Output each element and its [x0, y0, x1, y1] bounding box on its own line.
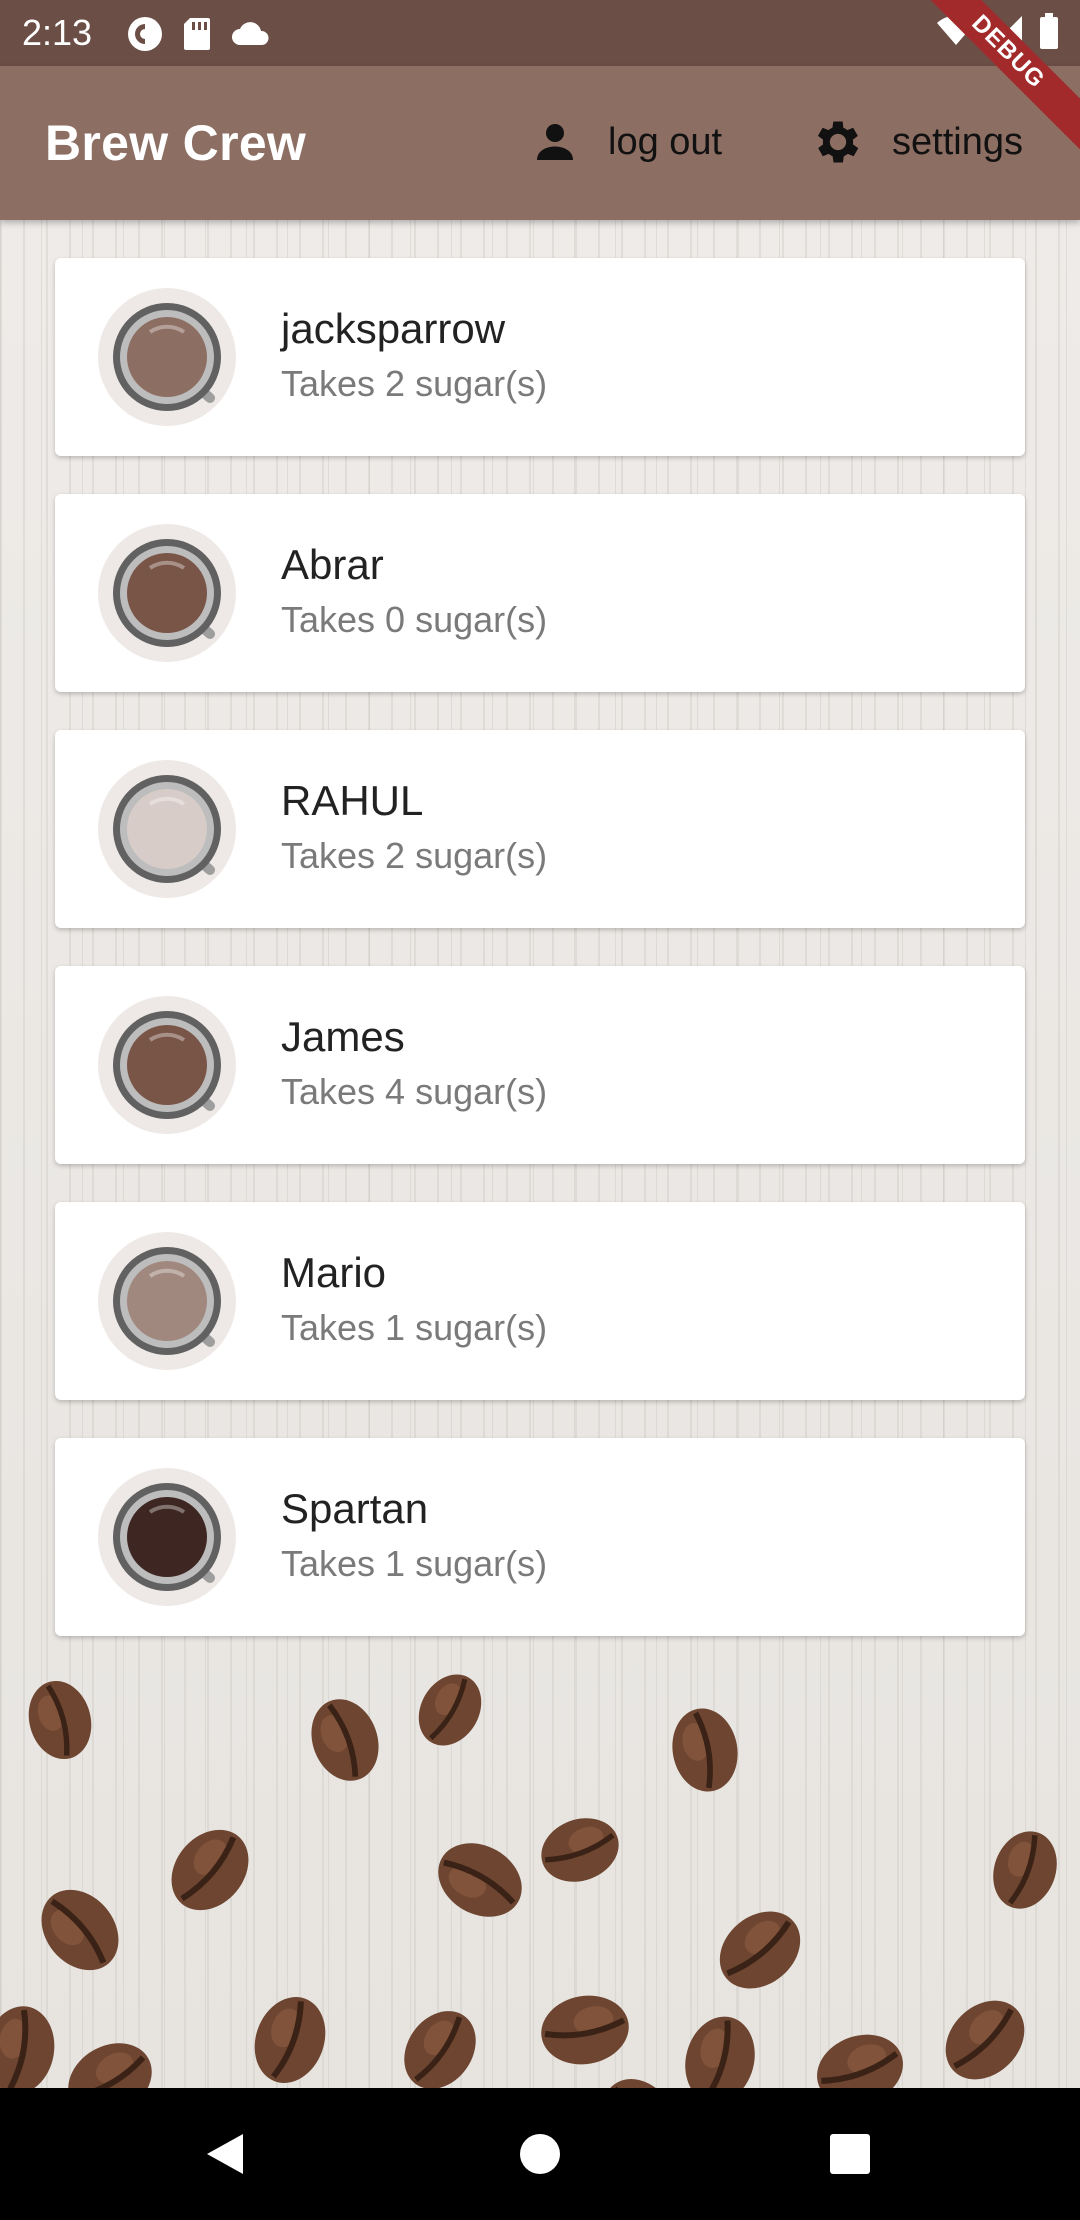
home-icon: [520, 2134, 560, 2174]
brew-sugars: Takes 2 sugar(s): [281, 363, 548, 404]
back-button[interactable]: [165, 2088, 285, 2220]
brew-name: Spartan: [281, 1485, 429, 1532]
brew-name: Abrar: [281, 541, 384, 588]
brew-card[interactable]: Mario Takes 1 sugar(s): [55, 1202, 1025, 1400]
battery-icon: [1040, 13, 1058, 49]
coffee-cup-avatar: [98, 996, 236, 1134]
coffee-fill: [127, 553, 207, 633]
coffee-cup-icon: [113, 1483, 221, 1591]
app-title: Brew Crew: [45, 115, 307, 171]
status-bar: 2:13: [0, 0, 1080, 66]
coffee-fill: [127, 317, 207, 397]
back-icon: [207, 2134, 243, 2174]
recents-button[interactable]: [790, 2088, 910, 2220]
home-button[interactable]: [480, 2088, 600, 2220]
logout-button[interactable]: log out: [528, 110, 722, 174]
brew-list: jacksparrow Takes 2 sugar(s) Abrar Takes…: [55, 258, 1025, 1674]
gear-icon: [817, 121, 859, 163]
cloud-icon: [232, 22, 269, 45]
notification-icons: [126, 15, 272, 53]
coffee-cup-icon: [113, 1247, 221, 1355]
sd-card-icon: [184, 18, 210, 50]
app-bar: Brew Crew log out settings: [0, 66, 1080, 220]
brew-sugars: Takes 2 sugar(s): [281, 835, 548, 876]
brew-sugars: Takes 1 sugar(s): [281, 1543, 548, 1584]
brew-sugars: Takes 0 sugar(s): [281, 599, 548, 640]
coffee-cup-avatar: [98, 1232, 236, 1370]
settings-button[interactable]: settings: [810, 110, 1023, 174]
logout-label: log out: [608, 120, 723, 163]
coffee-fill: [127, 1025, 207, 1105]
brew-sugars: Takes 1 sugar(s): [281, 1307, 548, 1348]
person-icon: [537, 124, 573, 160]
pocket-casts-icon: [128, 17, 162, 51]
coffee-fill: [127, 1261, 207, 1341]
settings-label: settings: [892, 120, 1023, 163]
brew-card[interactable]: RAHUL Takes 2 sugar(s): [55, 730, 1025, 928]
status-time: 2:13: [22, 12, 93, 53]
coffee-cup-icon: [113, 539, 221, 647]
coffee-cup-avatar: [98, 760, 236, 898]
coffee-fill: [127, 789, 207, 869]
system-nav-bar: [0, 2088, 1080, 2220]
coffee-fill: [127, 1497, 207, 1577]
brew-card[interactable]: James Takes 4 sugar(s): [55, 966, 1025, 1164]
coffee-cup-icon: [113, 775, 221, 883]
brew-name: RAHUL: [281, 777, 424, 824]
coffee-cup-icon: [113, 303, 221, 411]
coffee-cup-avatar: [98, 524, 236, 662]
brew-name: jacksparrow: [281, 305, 506, 352]
recents-icon: [830, 2134, 870, 2174]
coffee-cup-icon: [113, 1011, 221, 1119]
brew-sugars: Takes 4 sugar(s): [281, 1071, 548, 1112]
brew-card[interactable]: jacksparrow Takes 2 sugar(s): [55, 258, 1025, 456]
brew-card[interactable]: Spartan Takes 1 sugar(s): [55, 1438, 1025, 1636]
brew-name: Mario: [281, 1249, 387, 1296]
coffee-cup-avatar: [98, 288, 236, 426]
brew-card[interactable]: Abrar Takes 0 sugar(s): [55, 494, 1025, 692]
coffee-cup-avatar: [98, 1468, 236, 1606]
brew-name: James: [281, 1013, 405, 1060]
